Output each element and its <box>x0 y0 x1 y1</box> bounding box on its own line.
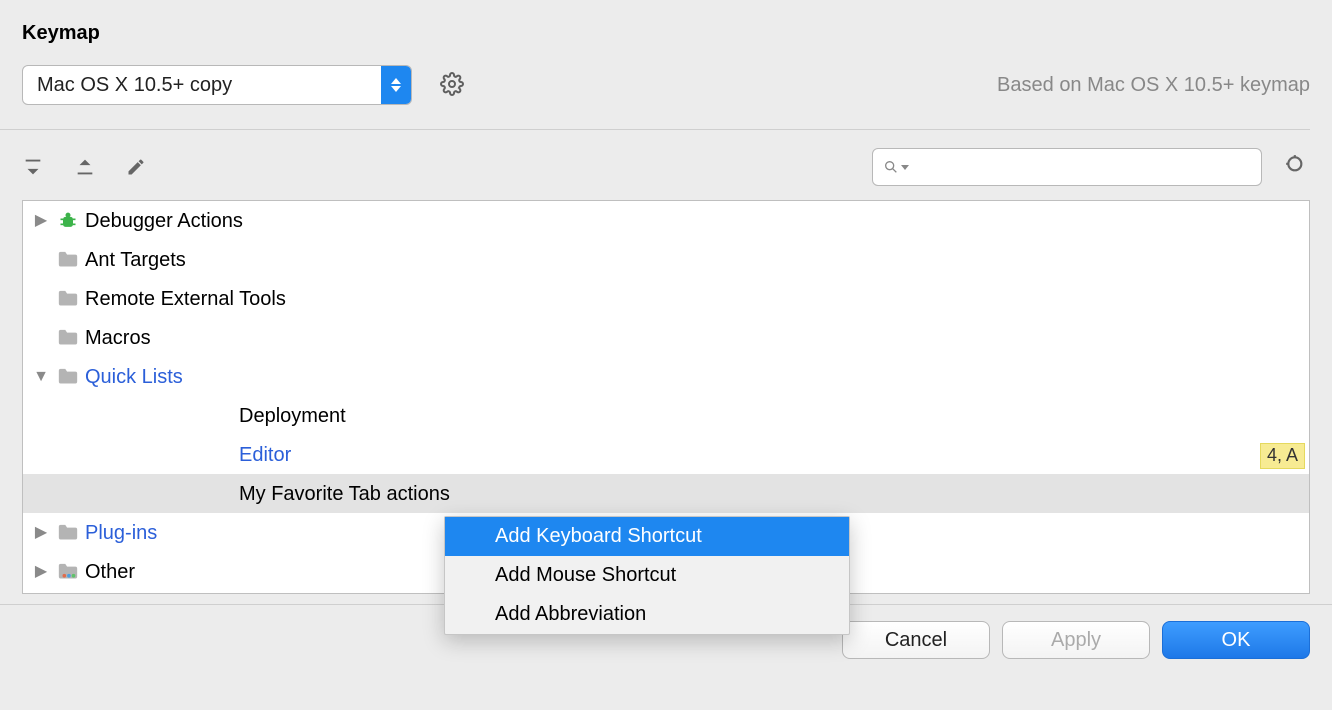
tree-item-label: My Favorite Tab actions <box>239 482 450 506</box>
context-menu: Add Keyboard ShortcutAdd Mouse ShortcutA… <box>444 516 850 635</box>
top-row: Mac OS X 10.5+ copy Based on Mac OS X 10… <box>0 45 1332 125</box>
tree-item-label: Other <box>85 560 135 584</box>
gear-icon[interactable] <box>440 72 464 99</box>
tree-item-label: Debugger Actions <box>85 209 243 233</box>
folder-ant-icon <box>57 251 79 269</box>
folder-icon <box>57 329 79 347</box>
context-menu-item[interactable]: Add Mouse Shortcut <box>445 556 849 595</box>
disclosure-icon <box>137 406 161 425</box>
folder-color-icon <box>57 563 79 581</box>
find-action-by-shortcut-icon[interactable] <box>1284 153 1310 182</box>
folder-icon <box>57 524 79 542</box>
tree-row[interactable]: Editor 4, A <box>23 435 1309 474</box>
expand-all-icon[interactable] <box>22 156 44 178</box>
folder-remote-icon <box>57 290 79 308</box>
disclosure-icon <box>29 328 53 347</box>
disclosure-icon <box>29 289 53 308</box>
folder-icon <box>57 368 79 386</box>
tree-row[interactable]: Quick Lists <box>23 357 1309 396</box>
tree-row[interactable]: Remote External Tools <box>23 279 1309 318</box>
apply-button[interactable]: Apply <box>1002 621 1150 659</box>
ok-button[interactable]: OK <box>1162 621 1310 659</box>
tree-item-label: Deployment <box>239 404 346 428</box>
tree-row[interactable]: Deployment <box>23 396 1309 435</box>
search-icon <box>883 159 909 175</box>
tree-item-label: Remote External Tools <box>85 287 286 311</box>
keymap-select[interactable]: Mac OS X 10.5+ copy <box>22 65 412 105</box>
toolbar-row <box>0 130 1332 200</box>
search-input[interactable] <box>915 158 1251 176</box>
based-on-label: Based on Mac OS X 10.5+ keymap <box>997 74 1310 97</box>
tree-item-label: Plug-ins <box>85 521 157 545</box>
disclosure-icon <box>137 445 161 464</box>
tree-row[interactable]: Macros <box>23 318 1309 357</box>
search-field[interactable] <box>872 148 1262 186</box>
keymap-select-value: Mac OS X 10.5+ copy <box>23 74 381 97</box>
tree-row[interactable]: Ant Targets <box>23 240 1309 279</box>
tree-item-label: Ant Targets <box>85 248 186 272</box>
edit-icon[interactable] <box>126 157 146 177</box>
disclosure-icon <box>137 484 161 503</box>
tree-item-label: Macros <box>85 326 151 350</box>
disclosure-icon[interactable] <box>29 211 53 230</box>
shortcut-badge: 4, A <box>1260 443 1305 469</box>
disclosure-icon[interactable] <box>29 523 53 542</box>
disclosure-icon <box>29 250 53 269</box>
context-menu-item[interactable]: Add Abbreviation <box>445 595 849 634</box>
tree-row[interactable]: Debugger Actions <box>23 201 1309 240</box>
collapse-all-icon[interactable] <box>74 156 96 178</box>
cancel-button[interactable]: Cancel <box>842 621 990 659</box>
chevron-updown-icon <box>381 66 411 104</box>
disclosure-icon[interactable] <box>29 562 53 581</box>
tree-row[interactable]: My Favorite Tab actions <box>23 474 1309 513</box>
bug-icon <box>57 212 79 230</box>
page-title: Keymap <box>0 0 1332 45</box>
tree-item-label: Quick Lists <box>85 365 183 389</box>
disclosure-icon[interactable] <box>29 367 53 386</box>
tree-item-label: Editor <box>239 443 291 467</box>
context-menu-item[interactable]: Add Keyboard Shortcut <box>445 517 849 556</box>
